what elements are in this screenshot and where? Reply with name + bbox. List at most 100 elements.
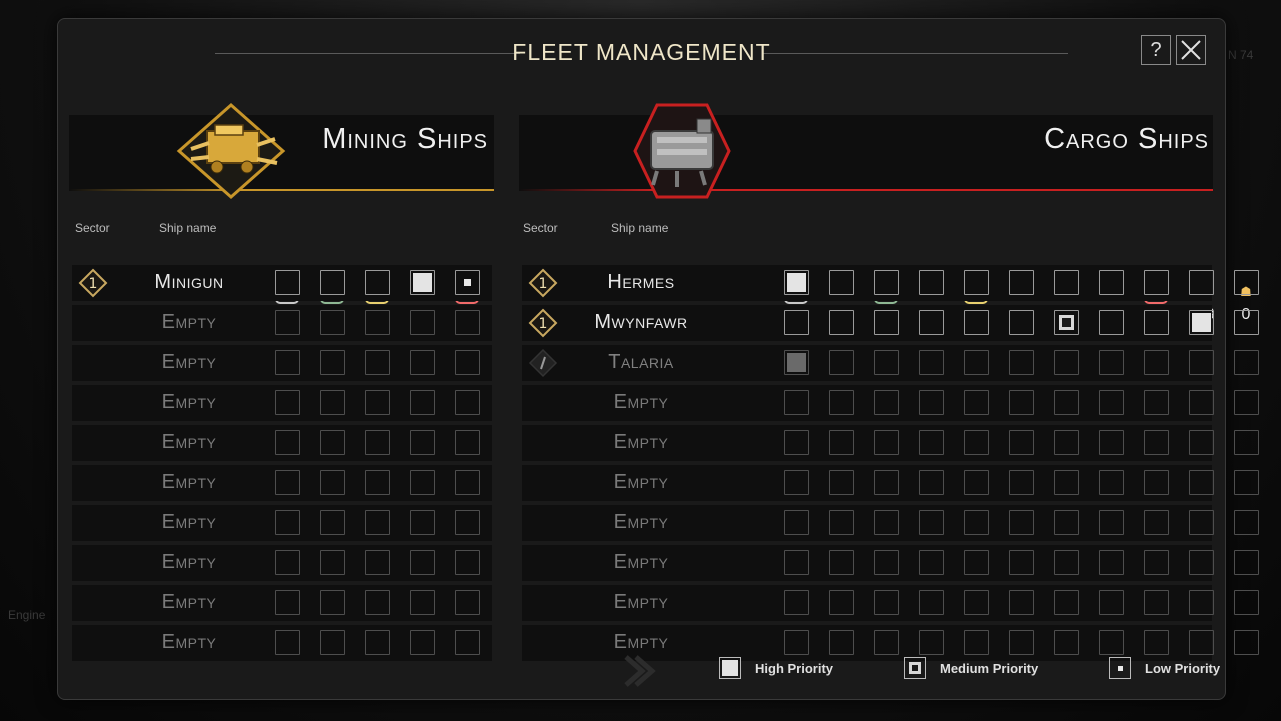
mining-priority-checkbox[interactable] (410, 350, 435, 375)
close-button[interactable] (1176, 35, 1206, 65)
cargo-priority-checkbox[interactable] (1144, 550, 1169, 575)
mining-priority-checkbox[interactable] (455, 470, 480, 495)
cargo-priority-checkbox[interactable] (964, 630, 989, 655)
cargo-ship-row[interactable]: Empty (522, 505, 1259, 541)
cargo-priority-checkbox[interactable] (1189, 310, 1214, 335)
cargo-priority-checkbox[interactable] (784, 310, 809, 335)
cargo-priority-checkbox[interactable] (1144, 590, 1169, 615)
mining-priority-checkbox[interactable] (365, 390, 390, 415)
cargo-priority-checkbox[interactable] (1234, 630, 1259, 655)
cargo-priority-checkbox[interactable] (964, 590, 989, 615)
mining-priority-checkbox[interactable] (455, 270, 480, 295)
cargo-priority-checkbox[interactable] (1054, 550, 1079, 575)
mining-ship-row[interactable]: Empty (72, 505, 492, 541)
mining-priority-checkbox[interactable] (365, 590, 390, 615)
mining-priority-checkbox[interactable] (320, 390, 345, 415)
cargo-priority-checkbox[interactable] (829, 590, 854, 615)
cargo-priority-checkbox[interactable] (919, 390, 944, 415)
cargo-priority-checkbox[interactable] (1009, 310, 1034, 335)
mining-priority-checkbox[interactable] (410, 470, 435, 495)
mining-priority-checkbox[interactable] (320, 350, 345, 375)
mining-priority-checkbox[interactable] (275, 590, 300, 615)
cargo-priority-checkbox[interactable] (1144, 390, 1169, 415)
cargo-priority-checkbox[interactable] (919, 630, 944, 655)
mining-ship-row[interactable]: Empty (72, 305, 492, 341)
cargo-priority-checkbox[interactable] (874, 310, 899, 335)
cargo-priority-checkbox[interactable] (964, 270, 989, 295)
mining-ship-row[interactable]: Empty (72, 425, 492, 461)
cargo-priority-checkbox[interactable] (1234, 270, 1259, 295)
cargo-priority-checkbox[interactable] (964, 350, 989, 375)
mining-priority-checkbox[interactable] (275, 430, 300, 455)
cargo-ship-row[interactable]: Empty (522, 425, 1259, 461)
cargo-priority-checkbox[interactable] (1009, 430, 1034, 455)
mining-priority-checkbox[interactable] (320, 270, 345, 295)
cargo-ship-row[interactable]: Empty (522, 465, 1259, 501)
mining-priority-checkbox[interactable] (410, 550, 435, 575)
mining-priority-checkbox[interactable] (320, 510, 345, 535)
cargo-priority-checkbox[interactable] (829, 630, 854, 655)
cargo-priority-checkbox[interactable] (1099, 590, 1124, 615)
mining-priority-checkbox[interactable] (455, 510, 480, 535)
cargo-priority-checkbox[interactable] (874, 390, 899, 415)
cargo-priority-checkbox[interactable] (1144, 510, 1169, 535)
cargo-priority-checkbox[interactable] (1054, 510, 1079, 535)
cargo-priority-checkbox[interactable] (829, 550, 854, 575)
cargo-priority-checkbox[interactable] (1189, 430, 1214, 455)
cargo-priority-checkbox[interactable] (1054, 390, 1079, 415)
mining-priority-checkbox[interactable] (365, 510, 390, 535)
mining-priority-checkbox[interactable] (275, 310, 300, 335)
cargo-priority-checkbox[interactable] (784, 350, 809, 375)
cargo-priority-checkbox[interactable] (784, 390, 809, 415)
cargo-priority-checkbox[interactable] (964, 310, 989, 335)
mining-priority-checkbox[interactable] (275, 270, 300, 295)
mining-priority-checkbox[interactable] (455, 310, 480, 335)
mining-priority-checkbox[interactable] (455, 350, 480, 375)
cargo-priority-checkbox[interactable] (1144, 430, 1169, 455)
cargo-priority-checkbox[interactable] (1189, 270, 1214, 295)
cargo-priority-checkbox[interactable] (1054, 630, 1079, 655)
mining-priority-checkbox[interactable] (410, 390, 435, 415)
mining-priority-checkbox[interactable] (320, 590, 345, 615)
cargo-priority-checkbox[interactable] (829, 470, 854, 495)
cargo-priority-checkbox[interactable] (874, 510, 899, 535)
cargo-priority-checkbox[interactable] (829, 350, 854, 375)
mining-priority-checkbox[interactable] (365, 310, 390, 335)
mining-priority-checkbox[interactable] (410, 510, 435, 535)
mining-ship-row[interactable]: Empty (72, 345, 492, 381)
mining-ship-row[interactable]: Empty (72, 585, 492, 621)
cargo-priority-checkbox[interactable] (1099, 310, 1124, 335)
mining-priority-checkbox[interactable] (365, 630, 390, 655)
cargo-priority-checkbox[interactable] (829, 270, 854, 295)
mining-priority-checkbox[interactable] (320, 470, 345, 495)
cargo-priority-checkbox[interactable] (1189, 470, 1214, 495)
cargo-priority-checkbox[interactable] (919, 310, 944, 335)
cargo-priority-checkbox[interactable] (964, 550, 989, 575)
mining-priority-checkbox[interactable] (410, 270, 435, 295)
cargo-priority-checkbox[interactable] (919, 510, 944, 535)
mining-priority-checkbox[interactable] (320, 310, 345, 335)
mining-priority-checkbox[interactable] (455, 590, 480, 615)
cargo-priority-checkbox[interactable] (874, 550, 899, 575)
mining-priority-checkbox[interactable] (365, 550, 390, 575)
cargo-priority-checkbox[interactable] (1099, 350, 1124, 375)
cargo-ship-row[interactable]: Empty (522, 585, 1259, 621)
cargo-priority-checkbox[interactable] (1009, 470, 1034, 495)
cargo-priority-checkbox[interactable] (1189, 350, 1214, 375)
mining-priority-checkbox[interactable] (275, 630, 300, 655)
mining-ship-row[interactable]: Empty (72, 385, 492, 421)
cargo-priority-checkbox[interactable] (964, 430, 989, 455)
cargo-priority-checkbox[interactable] (964, 390, 989, 415)
cargo-priority-checkbox[interactable] (1054, 590, 1079, 615)
mining-ship-row[interactable]: Empty (72, 545, 492, 581)
mining-priority-checkbox[interactable] (275, 510, 300, 535)
mining-priority-checkbox[interactable] (275, 470, 300, 495)
cargo-priority-checkbox[interactable] (1189, 550, 1214, 575)
mining-priority-checkbox[interactable] (275, 390, 300, 415)
cargo-priority-checkbox[interactable] (874, 630, 899, 655)
cargo-priority-checkbox[interactable] (784, 470, 809, 495)
cargo-priority-checkbox[interactable] (1189, 390, 1214, 415)
mining-priority-checkbox[interactable] (455, 630, 480, 655)
cargo-priority-checkbox[interactable] (874, 430, 899, 455)
cargo-priority-checkbox[interactable] (1144, 270, 1169, 295)
